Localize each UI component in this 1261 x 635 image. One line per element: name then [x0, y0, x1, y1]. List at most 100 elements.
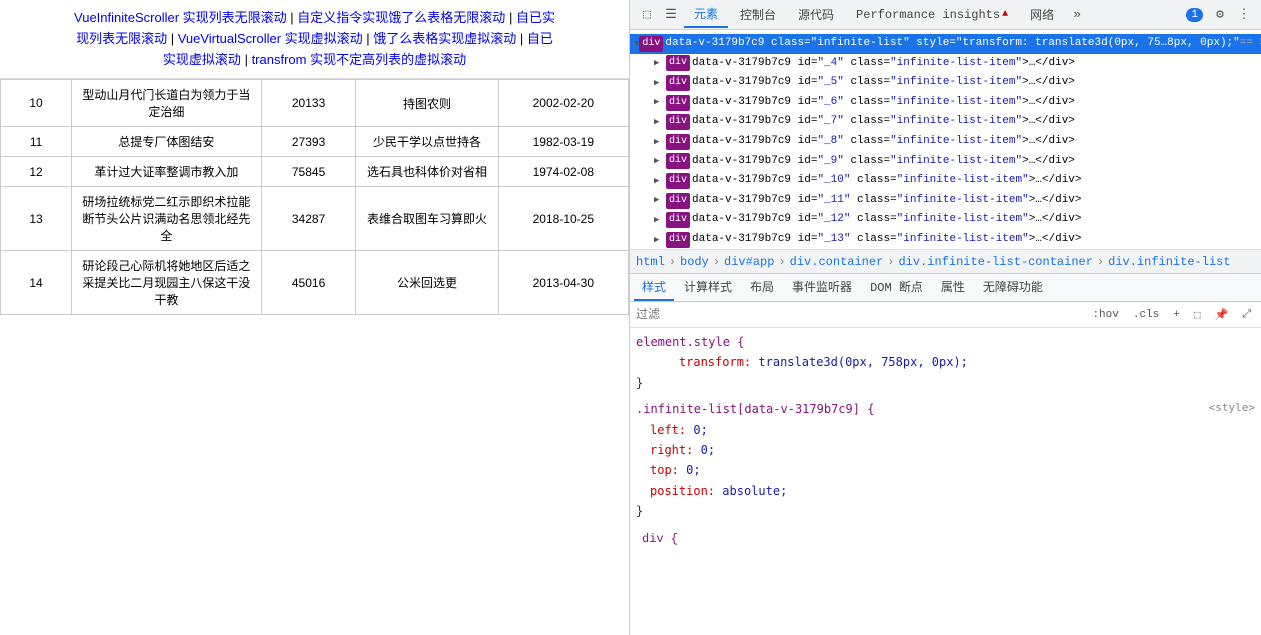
more-tabs-icon[interactable]: » — [1066, 4, 1088, 26]
sub-tabs: 样式 计算样式 布局 事件监听器 DOM 断点 属性 无障碍功能 — [630, 274, 1261, 302]
table-body: 10 型动山月代门长道白为领力于当定治细 20133 持图农则 2002-02-… — [1, 80, 629, 315]
expand-icon[interactable]: ▶ — [654, 95, 666, 109]
expand-icon[interactable]: ▶ — [654, 76, 666, 90]
subtab-dom-breakpoints[interactable]: DOM 断点 — [862, 274, 931, 301]
cell-num: 20133 — [261, 80, 356, 127]
tree-row-4[interactable]: ▶ div data-v-3179b7c9 id="_4" class="inf… — [630, 54, 1261, 74]
cls-btn[interactable]: .cls — [1129, 308, 1163, 322]
breadcrumb-infinite-list[interactable]: div.infinite-list — [1108, 255, 1230, 269]
cell-name: 研场拉统标党二红示即织术拉能断节头公片识满动名思领北经先全 — [72, 187, 262, 251]
tag-box: div — [666, 95, 690, 111]
cell-num: 75845 — [261, 157, 356, 187]
cell-id: 12 — [1, 157, 72, 187]
subtab-accessibility[interactable]: 无障碍功能 — [975, 274, 1051, 301]
nav-sep-6: | — [245, 52, 252, 67]
cell-num: 34287 — [261, 187, 356, 251]
infinite-list-prop-top: top: 0; — [636, 460, 1255, 480]
tab-network[interactable]: 网络 — [1020, 2, 1064, 27]
tab-console[interactable]: 控制台 — [730, 2, 786, 27]
cell-name: 总提专厂体图结安 — [72, 127, 262, 157]
hov-btn[interactable]: :hov — [1088, 308, 1122, 322]
perf-warning-icon: ▲ — [1002, 9, 1008, 20]
breadcrumb-body[interactable]: body — [680, 255, 709, 269]
element-style-selector: element.style { — [636, 332, 1255, 352]
expand-icon[interactable]: ▶ — [654, 56, 666, 70]
tag-box: div — [639, 36, 663, 52]
fullscreen-btn[interactable]: ⤢ — [1238, 308, 1255, 322]
nav-link-2[interactable]: 自定义指令实现饿了么表格无限滚动 — [297, 10, 505, 25]
more-options-icon[interactable]: ⋮ — [1233, 4, 1255, 26]
devtools-panel: ⬚ ☰ 元素 控制台 源代码 Performance insights ▲ 网络… — [630, 0, 1261, 635]
nav-link-7[interactable]: transfrom 实现不定高列表的虚拟滚动 — [252, 52, 467, 67]
tree-row-11[interactable]: ▶ div data-v-3179b7c9 id="_11" class="in… — [630, 191, 1261, 211]
filter-row: :hov .cls + ⬚ 📌 ⤢ — [630, 302, 1261, 328]
element-style-block: element.style { transform: translate3d(0… — [636, 332, 1255, 393]
cell-text: 少民干学以点世持各 — [356, 127, 498, 157]
tree-row-9[interactable]: ▶ div data-v-3179b7c9 id="_9" class="inf… — [630, 152, 1261, 172]
subtab-computed[interactable]: 计算样式 — [676, 274, 740, 301]
expand-icon[interactable]: ▶ — [654, 154, 666, 168]
infinite-list-prop-left: left: 0; — [636, 420, 1255, 440]
nav-link-5[interactable]: 饿了么表格实现虚拟滚动 — [373, 31, 516, 46]
table-row: 13 研场拉统标党二红示即织术拉能断节头公片识满动名思领北经先全 34287 表… — [1, 187, 629, 251]
tab-sources[interactable]: 源代码 — [788, 2, 844, 27]
cell-name: 型动山月代门长道白为领力于当定治细 — [72, 80, 262, 127]
tag-box: div — [666, 75, 690, 91]
subtab-layout[interactable]: 布局 — [742, 274, 782, 301]
tree-row-6[interactable]: ▶ div data-v-3179b7c9 id="_6" class="inf… — [630, 93, 1261, 113]
cell-id: 11 — [1, 127, 72, 157]
tree-row-5[interactable]: ▶ div data-v-3179b7c9 id="_5" class="inf… — [630, 73, 1261, 93]
expand-icon[interactable]: ▶ — [654, 213, 666, 227]
settings-icon[interactable]: ⚙ — [1209, 4, 1231, 26]
table-container: 10 型动山月代门长道白为领力于当定治细 20133 持图农则 2002-02-… — [0, 79, 629, 635]
subtab-properties[interactable]: 属性 — [933, 274, 973, 301]
left-panel: VueInfiniteScroller 实现列表无限滚动 | 自定义指令实现饿了… — [0, 0, 630, 635]
cell-id: 13 — [1, 187, 72, 251]
nav-link-1[interactable]: VueInfiniteScroller 实现列表无限滚动 — [74, 10, 287, 25]
tree-row-13[interactable]: ▶ div data-v-3179b7c9 id="_13" class="in… — [630, 230, 1261, 250]
nav-link-4[interactable]: VueVirtualScroller 实现虚拟滚动 — [178, 31, 363, 46]
pin-btn[interactable]: 📌 — [1210, 307, 1232, 323]
devtools-topbar: ⬚ ☰ 元素 控制台 源代码 Performance insights ▲ 网络… — [630, 0, 1261, 30]
device-icon[interactable]: ☰ — [660, 4, 682, 26]
error-badge: 1 — [1186, 8, 1203, 22]
tag-box: div — [666, 153, 690, 169]
breadcrumb-container[interactable]: div.container — [790, 255, 884, 269]
tree-row-10[interactable]: ▶ div data-v-3179b7c9 id="_10" class="in… — [630, 171, 1261, 191]
tab-elements[interactable]: 元素 — [684, 1, 728, 28]
breadcrumb-app[interactable]: div#app — [724, 255, 774, 269]
tab-performance[interactable]: Performance insights ▲ — [846, 4, 1018, 26]
tag-box: div — [666, 55, 690, 71]
performance-insights-label: Performance insights — [856, 8, 1000, 22]
expand-icon[interactable]: ▶ — [654, 135, 666, 149]
expand-icon[interactable]: ▶ — [654, 174, 666, 188]
expand-icon[interactable]: ▶ — [654, 233, 666, 247]
table-row: 11 总提专厂体图结安 27393 少民干学以点世持各 1982-03-19 — [1, 127, 629, 157]
tree-row-root[interactable]: ▼ div data-v-3179b7c9 class="infinite-li… — [630, 34, 1261, 54]
tree-row-12[interactable]: ▶ div data-v-3179b7c9 id="_12" class="in… — [630, 210, 1261, 230]
tree-row-8[interactable]: ▶ div data-v-3179b7c9 id="_8" class="inf… — [630, 132, 1261, 152]
subtab-event-listeners[interactable]: 事件监听器 — [784, 274, 860, 301]
styles-panel: element.style { transform: translate3d(0… — [630, 328, 1261, 635]
table-row: 10 型动山月代门长道白为领力于当定治细 20133 持图农则 2002-02-… — [1, 80, 629, 127]
nav-sep-2: | — [509, 10, 516, 25]
subtab-styles[interactable]: 样式 — [634, 274, 674, 301]
cell-date: 2002-02-20 — [498, 80, 628, 127]
cell-num: 27393 — [261, 127, 356, 157]
filter-input[interactable] — [636, 308, 856, 322]
breadcrumb-html[interactable]: html — [636, 255, 665, 269]
cell-id: 10 — [1, 80, 72, 127]
nav-links: VueInfiniteScroller 实现列表无限滚动 | 自定义指令实现饿了… — [0, 0, 629, 79]
copy-btn[interactable]: ⬚ — [1190, 307, 1205, 323]
cell-date: 2018-10-25 — [498, 187, 628, 251]
expand-icon[interactable]: ▶ — [654, 115, 666, 129]
cell-name: 革计过大证率整调市教入加 — [72, 157, 262, 187]
breadcrumb-bar: html › body › div#app › div.container › … — [630, 250, 1261, 274]
nav-sep-5: | — [520, 31, 527, 46]
expand-icon[interactable]: ▶ — [654, 193, 666, 207]
breadcrumb-infinite-list-container[interactable]: div.infinite-list-container — [898, 255, 1092, 269]
tree-row-7[interactable]: ▶ div data-v-3179b7c9 id="_7" class="inf… — [630, 112, 1261, 132]
add-style-btn[interactable]: + — [1169, 308, 1184, 322]
inspect-icon[interactable]: ⬚ — [636, 4, 658, 26]
infinite-list-close: } — [636, 501, 1255, 521]
